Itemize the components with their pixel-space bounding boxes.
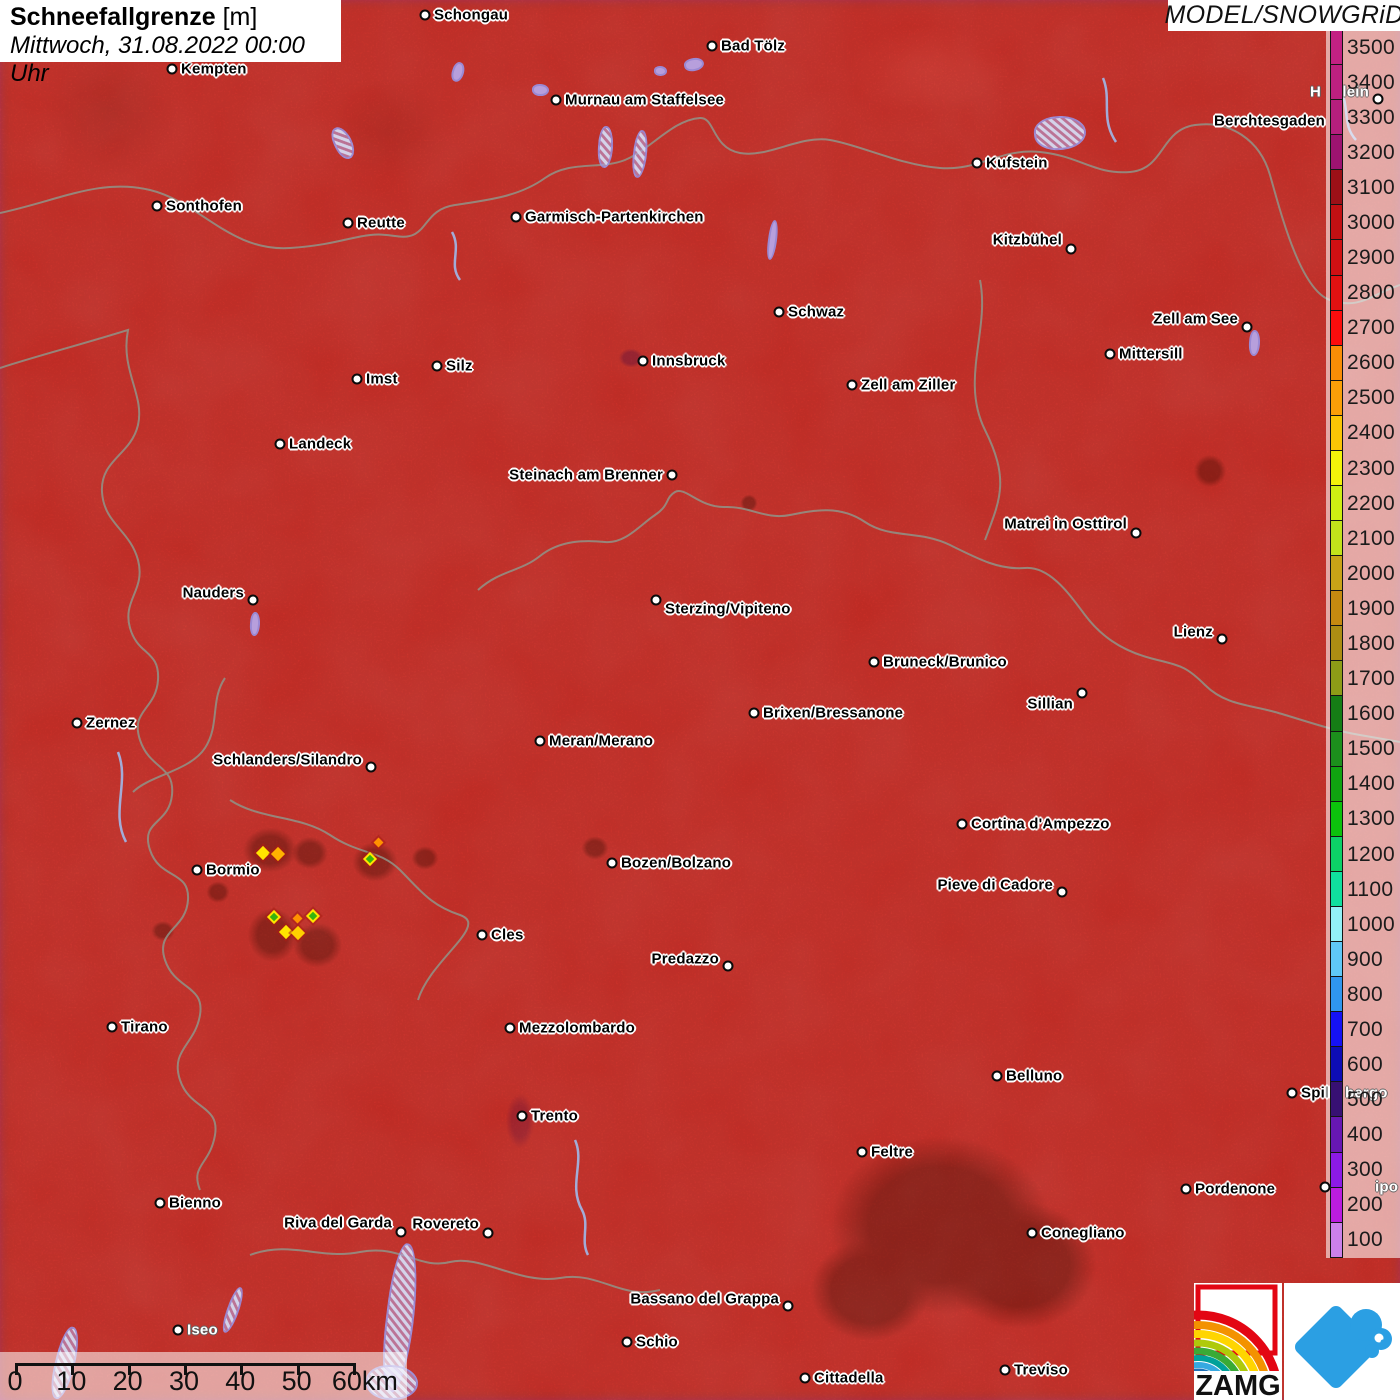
colorbar-segment <box>1330 239 1343 275</box>
parameter-unit: [m] <box>223 3 258 31</box>
colorbar-tick-label: 1800 <box>1347 632 1395 656</box>
snow-mountain-icon <box>1284 1283 1400 1400</box>
parameter-name: Schneefallgrenze <box>10 3 216 31</box>
colorbar-tick-label: 800 <box>1347 983 1383 1007</box>
colorbar-segment <box>1330 1222 1343 1258</box>
city-dot <box>1320 1182 1331 1193</box>
zamg-logo-text: ZAMG <box>1195 1370 1280 1400</box>
colorbar-segment <box>1330 941 1343 977</box>
colorbar-tick-label: 1700 <box>1347 667 1395 691</box>
colorbar-tick-label: 2600 <box>1347 351 1395 375</box>
city-label: H <box>1310 84 1321 101</box>
colorbar-segment <box>1330 520 1343 556</box>
snowgrid-logo <box>1284 1283 1400 1400</box>
colorbar-segment <box>1330 1116 1343 1152</box>
colorbar-segment <box>1330 625 1343 661</box>
colorbar-tick-label: 1300 <box>1347 807 1395 831</box>
colorbar-segment <box>1330 275 1343 311</box>
colorbar-tick-label: 1100 <box>1347 878 1393 902</box>
colorbar-segment <box>1330 1152 1343 1188</box>
colorbar-segment <box>1330 555 1343 591</box>
colorbar-segment <box>1330 380 1343 416</box>
colorbar-tick-label: 1000 <box>1347 913 1395 937</box>
colorbar-tick-label: 2400 <box>1347 421 1395 445</box>
colorbar-segment <box>1330 695 1343 731</box>
colorbar-segment <box>1330 99 1343 135</box>
city-labels-faded-layer: HleinbergoIseoipo <box>0 0 1400 1400</box>
colorbar-segment <box>1330 204 1343 240</box>
colorbar-tick-label: 1200 <box>1347 843 1395 867</box>
colorbar-tick-label: 700 <box>1347 1018 1383 1042</box>
colorbar-segment <box>1330 731 1343 767</box>
colorbar-segment <box>1330 836 1343 872</box>
colorbar-tick-label: 2500 <box>1347 386 1395 410</box>
colorbar-segment <box>1330 590 1343 626</box>
snowgrid-map-image: SchongauBad TölzKemptenMurnau am Staffel… <box>0 0 1400 1400</box>
colorbar-segment <box>1330 485 1343 521</box>
colorbar-tick-label: 2700 <box>1347 316 1395 340</box>
colorbar-segment <box>1330 976 1343 1012</box>
colorbar-tick-label: 2800 <box>1347 281 1395 305</box>
colorbar-tick-label: 1600 <box>1347 702 1395 726</box>
colorbar-segment <box>1330 1081 1343 1117</box>
colorbar-tick-label: 1400 <box>1347 772 1395 796</box>
colorbar-segment <box>1330 1011 1343 1047</box>
colorbar-tick-label: 600 <box>1347 1053 1383 1077</box>
colorbar-segment <box>1330 345 1343 381</box>
colorbar-segment <box>1330 1046 1343 1082</box>
elevation-colorbar <box>1330 30 1343 1258</box>
colorbar-tick-label: 2100 <box>1347 527 1395 551</box>
colorbar-tick-label: 2300 <box>1347 457 1395 481</box>
colorbar-tick-label: 1900 <box>1347 597 1395 621</box>
model-name: MODEL/SNOWGRiD <box>1165 1 1400 30</box>
colorbar-tick-label: 3000 <box>1347 211 1395 235</box>
colorbar-segment <box>1330 660 1343 696</box>
map-title: Schneefallgrenze [m] <box>10 3 331 32</box>
colorbar-tick-label: 3400 <box>1347 71 1395 95</box>
colorbar-tick-label: 2900 <box>1347 246 1395 270</box>
model-label-box: MODEL/SNOWGRiD <box>1168 0 1400 31</box>
colorbar-tick-label: 3200 <box>1347 141 1395 165</box>
zamg-rainbow-icon: ZAMG <box>1194 1283 1282 1400</box>
colorbar-tick-label: 3300 <box>1347 106 1395 130</box>
colorbar-tick-label: 300 <box>1347 1158 1383 1182</box>
city-dot <box>173 1325 184 1336</box>
colorbar-tick-label: 3500 <box>1347 36 1395 60</box>
colorbar-segment <box>1330 906 1343 942</box>
colorbar-segment <box>1330 169 1343 205</box>
city-label: Iseo <box>187 1322 218 1339</box>
colorbar-tick-label: 100 <box>1347 1228 1383 1252</box>
colorbar-tick-label: 3100 <box>1347 176 1395 200</box>
colorbar-segment <box>1330 801 1343 837</box>
colorbar-tick-label: 500 <box>1347 1088 1383 1112</box>
valid-datetime: Mittwoch, 31.08.2022 00:00 Uhr <box>10 32 331 88</box>
colorbar-segment <box>1330 64 1343 100</box>
colorbar-tick-label: 400 <box>1347 1123 1383 1147</box>
colorbar-segment <box>1330 310 1343 346</box>
colorbar-segment <box>1330 29 1343 65</box>
colorbar-tick-label: 2000 <box>1347 562 1395 586</box>
colorbar-segment <box>1330 134 1343 170</box>
colorbar-segment <box>1330 450 1343 486</box>
city-dot <box>1373 94 1384 105</box>
colorbar-tick-label: 200 <box>1347 1193 1383 1217</box>
colorbar-segment <box>1330 766 1343 802</box>
colorbar-tick-label: 900 <box>1347 948 1383 972</box>
colorbar-segment <box>1330 415 1343 451</box>
colorbar-tick-label: 2200 <box>1347 492 1395 516</box>
zamg-logo: ZAMG <box>1194 1283 1282 1400</box>
colorbar-tick-label: 1500 <box>1347 737 1395 761</box>
colorbar-segment <box>1330 1187 1343 1223</box>
colorbar-segment <box>1330 871 1343 907</box>
map-title-box: Schneefallgrenze [m] Mittwoch, 31.08.202… <box>0 0 341 62</box>
